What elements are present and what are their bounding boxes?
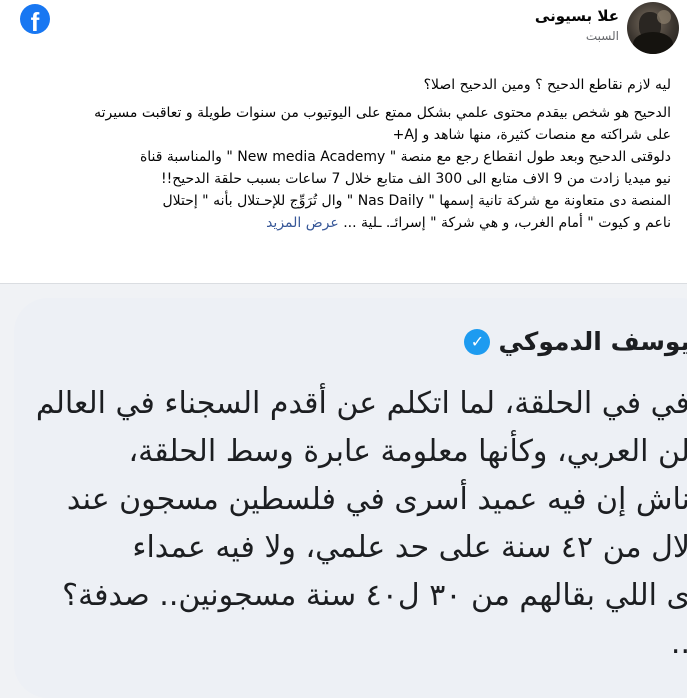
quote-text: في في الحلقة، لما اتكلم عن أقدم السجناء …	[0, 380, 687, 668]
post-line: ناعم و كيوت " أمام الغرب، و هي شركة " إس…	[343, 215, 671, 231]
quote-line: ى اللي بقالهم من ٣٠ ل٤٠ سنة مسجونين.. صد…	[62, 578, 687, 613]
post-timestamp[interactable]: السبت	[586, 29, 619, 43]
post-author-name[interactable]: علا بسيونى	[535, 7, 619, 25]
quote-author: يوسف الدموكي ✓	[464, 327, 687, 356]
post-line: نيو ميديا زادت من 9 الاف متابع الى 300 ا…	[161, 171, 671, 187]
post-line: المنصة دى متعاونة مع شركة تانية إسمها " …	[162, 193, 671, 209]
quote-line: لال من ٤٢ سنة على حد علمي، ولا فيه عمداء	[132, 530, 687, 565]
verified-badge-icon: ✓	[464, 328, 491, 355]
quote-author-name: يوسف الدموكي	[498, 327, 687, 356]
quote-line: في في الحلقة، لما اتكلم عن أقدم السجناء …	[35, 386, 687, 421]
post-line-last: ناعم و كيوت " أمام الغرب، و هي شركة " إس…	[11, 212, 671, 234]
post-line: الدحيح هو شخص بيقدم محتوى علمي بشكل ممتع…	[94, 105, 671, 121]
facebook-logo-letter: f	[30, 7, 40, 34]
post-line: على شراكته مع منصات كثيرة، منها شاهد و A…	[392, 127, 671, 143]
see-more-link[interactable]: عرض المزيد	[266, 215, 339, 231]
post-line: دلوقتى الدحيح وبعد طول انقطاع رجع مع منص…	[139, 149, 671, 165]
post-text: ليه لازم نقاطع الدحيح ؟ ومين الدحيح اصلا…	[11, 74, 671, 234]
post-heading: ليه لازم نقاطع الدحيح ؟ ومين الدحيح اصلا…	[423, 77, 671, 93]
facebook-logo-icon[interactable]: f	[20, 4, 50, 34]
quote-line: ..	[670, 626, 687, 661]
quote-line: لن العربي، وكأنها معلومة عابرة وسط الحلق…	[128, 434, 687, 469]
post-card: f علا بسيونى السبت ليه لازم نقاطع الدحيح…	[0, 0, 687, 284]
quote-line: ناش إن فيه عميد أسرى في فلسطين مسجون عند	[66, 482, 687, 517]
quoted-tweet-image[interactable]: يوسف الدموكي ✓ في في الحلقة، لما اتكلم ع…	[14, 298, 687, 698]
avatar[interactable]	[627, 2, 679, 54]
